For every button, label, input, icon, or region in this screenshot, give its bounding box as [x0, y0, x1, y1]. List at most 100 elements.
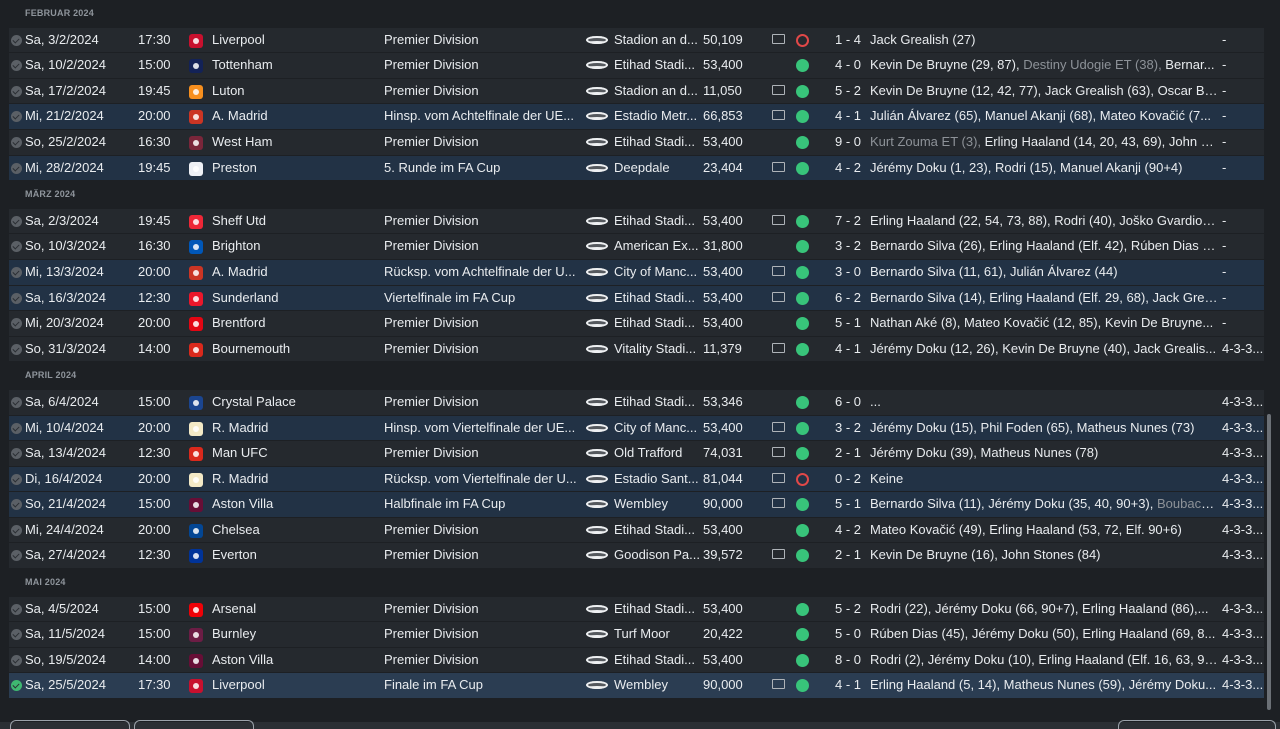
match-score[interactable]: 4 - 2 [821, 518, 875, 543]
fixture-row[interactable]: Sa, 10/2/2024 15:00 Tottenham Premier Divis… [9, 53, 1264, 78]
fixture-row[interactable]: Mi, 13/3/2024 20:00 A. Madrid Rücksp. vom A… [9, 259, 1264, 285]
competition-link[interactable]: Premier Division [384, 209, 584, 234]
check-icon[interactable] [11, 318, 22, 330]
opponent-link[interactable]: Brighton [212, 234, 372, 259]
opponent-link[interactable]: Aston Villa [212, 492, 372, 517]
competition-link[interactable]: Halbfinale im FA Cup [384, 492, 584, 517]
stadium-name[interactable]: Stadion an d... [614, 28, 700, 53]
check-icon[interactable] [11, 266, 22, 278]
fixture-row[interactable]: Sa, 17/2/2024 19:45 Luton Premier Division S… [9, 78, 1264, 104]
stadium-name[interactable]: Stadion an d... [614, 79, 700, 104]
match-score[interactable]: 4 - 0 [821, 53, 875, 78]
stadium-name[interactable]: Etihad Stadi... [614, 390, 700, 415]
opponent-link[interactable]: R. Madrid [212, 467, 372, 492]
opponent-link[interactable]: Luton [212, 79, 372, 104]
check-icon[interactable] [11, 550, 22, 562]
fixture-row[interactable]: Sa, 4/5/2024 15:00 Arsenal Premier Division… [9, 596, 1264, 622]
stadium-name[interactable]: American Ex... [614, 234, 700, 259]
fixture-row[interactable]: So, 19/5/2024 14:00 Aston Villa Premier Div… [9, 647, 1264, 673]
stadium-name[interactable]: Turf Moor [614, 622, 700, 647]
stadium-name[interactable]: Etihad Stadi... [614, 311, 700, 336]
match-score[interactable]: 6 - 2 [821, 286, 875, 311]
competition-link[interactable]: Hinsp. vom Achtelfinale der UE... [384, 104, 584, 129]
check-icon[interactable] [11, 629, 22, 641]
bottom-button-right[interactable] [1118, 720, 1276, 729]
match-score[interactable]: 3 - 2 [821, 234, 875, 259]
opponent-link[interactable]: West Ham [212, 130, 372, 155]
stadium-name[interactable]: Vitality Stadi... [614, 337, 700, 362]
opponent-link[interactable]: Sunderland [212, 286, 372, 311]
competition-link[interactable]: Rücksp. vom Achtelfinale der U... [384, 260, 584, 285]
match-score[interactable]: 7 - 2 [821, 209, 875, 234]
competition-link[interactable]: Premier Division [384, 648, 584, 673]
stadium-name[interactable]: Wembley [614, 673, 700, 698]
fixture-row[interactable]: Sa, 6/4/2024 15:00 Crystal Palace Premier D… [9, 389, 1264, 415]
match-score[interactable]: 4 - 1 [821, 337, 875, 362]
opponent-link[interactable]: R. Madrid [212, 416, 372, 441]
check-icon[interactable] [11, 422, 22, 434]
competition-link[interactable]: Premier Division [384, 441, 584, 466]
fixture-row[interactable]: So, 10/3/2024 16:30 Brighton Premier Divisi… [9, 234, 1264, 259]
competition-link[interactable]: Premier Division [384, 337, 584, 362]
check-icon[interactable] [11, 34, 22, 46]
fixture-row[interactable]: So, 21/4/2024 15:00 Aston Villa Halbfinale … [9, 492, 1264, 517]
check-icon[interactable] [11, 524, 22, 536]
match-score[interactable]: 1 - 4 [821, 28, 875, 53]
stadium-name[interactable]: Etihad Stadi... [614, 130, 700, 155]
check-icon[interactable] [11, 603, 22, 615]
opponent-link[interactable]: Burnley [212, 622, 372, 647]
opponent-link[interactable]: A. Madrid [212, 104, 372, 129]
competition-link[interactable]: Finale im FA Cup [384, 673, 584, 698]
stadium-name[interactable]: Etihad Stadi... [614, 209, 700, 234]
opponent-link[interactable]: A. Madrid [212, 260, 372, 285]
match-score[interactable]: 6 - 0 [821, 390, 875, 415]
opponent-link[interactable]: Preston [212, 156, 372, 181]
check-icon[interactable] [11, 85, 22, 97]
match-score[interactable]: 5 - 1 [821, 311, 875, 336]
match-score[interactable]: 4 - 1 [821, 104, 875, 129]
competition-link[interactable]: Premier Division [384, 543, 584, 568]
stadium-name[interactable]: Estadio Sant... [614, 467, 700, 492]
opponent-link[interactable]: Aston Villa [212, 648, 372, 673]
check-icon[interactable] [11, 499, 22, 511]
stadium-name[interactable]: Old Trafford [614, 441, 700, 466]
fixture-row[interactable]: So, 31/3/2024 14:00 Bournemouth Premier Div… [9, 336, 1264, 362]
fixture-row[interactable]: Sa, 13/4/2024 12:30 Man UFC Premier Divisio… [9, 441, 1264, 466]
fixture-row[interactable]: Mi, 10/4/2024 20:00 R. Madrid Hinsp. vom Vi… [9, 415, 1264, 441]
opponent-link[interactable]: Liverpool [212, 673, 372, 698]
competition-link[interactable]: Premier Division [384, 597, 584, 622]
stadium-name[interactable]: Etihad Stadi... [614, 286, 700, 311]
competition-link[interactable]: Premier Division [384, 130, 584, 155]
fixture-row[interactable]: Sa, 16/3/2024 12:30 Sunderland Viertelfinal… [9, 285, 1264, 311]
fixture-row[interactable]: Sa, 27/4/2024 12:30 Everton Premier Divisio… [9, 543, 1264, 569]
competition-link[interactable]: Premier Division [384, 311, 584, 336]
stadium-name[interactable]: Estadio Metr... [614, 104, 700, 129]
opponent-link[interactable]: Liverpool [212, 28, 372, 53]
check-icon[interactable] [11, 292, 22, 304]
fixture-row[interactable]: Mi, 24/4/2024 20:00 Chelsea Premier Divisio… [9, 517, 1264, 543]
opponent-link[interactable]: Tottenham [212, 53, 372, 78]
competition-link[interactable]: Viertelfinale im FA Cup [384, 286, 584, 311]
bottom-button-left[interactable] [10, 720, 130, 729]
opponent-link[interactable]: Everton [212, 543, 372, 568]
fixture-row[interactable]: Mi, 28/2/2024 19:45 Preston 5. Runde im FA … [9, 155, 1264, 181]
check-icon[interactable] [11, 473, 22, 485]
check-icon[interactable] [11, 111, 22, 123]
check-icon[interactable] [11, 60, 22, 72]
opponent-link[interactable]: Sheff Utd [212, 209, 372, 234]
opponent-link[interactable]: Man UFC [212, 441, 372, 466]
fixture-row[interactable]: Sa, 25/5/2024 17:30 Liverpool Finale im FA … [9, 673, 1264, 699]
fixture-row[interactable]: Sa, 3/2/2024 17:30 Liverpool Premier Divisi… [9, 27, 1264, 53]
stadium-name[interactable]: City of Manc... [614, 260, 700, 285]
fixture-row[interactable]: Mi, 21/2/2024 20:00 A. Madrid Hinsp. vom Ac… [9, 104, 1264, 129]
match-score[interactable]: 8 - 0 [821, 648, 875, 673]
bottom-button-second[interactable] [134, 720, 254, 729]
stadium-name[interactable]: Etihad Stadi... [614, 597, 700, 622]
opponent-link[interactable]: Brentford [212, 311, 372, 336]
competition-link[interactable]: Rücksp. vom Viertelfinale der U... [384, 467, 584, 492]
match-score[interactable]: 4 - 1 [821, 673, 875, 698]
check-icon[interactable] [11, 136, 22, 148]
check-icon[interactable] [11, 680, 22, 692]
competition-link[interactable]: Hinsp. vom Viertelfinale der UE... [384, 416, 584, 441]
opponent-link[interactable]: Chelsea [212, 518, 372, 543]
